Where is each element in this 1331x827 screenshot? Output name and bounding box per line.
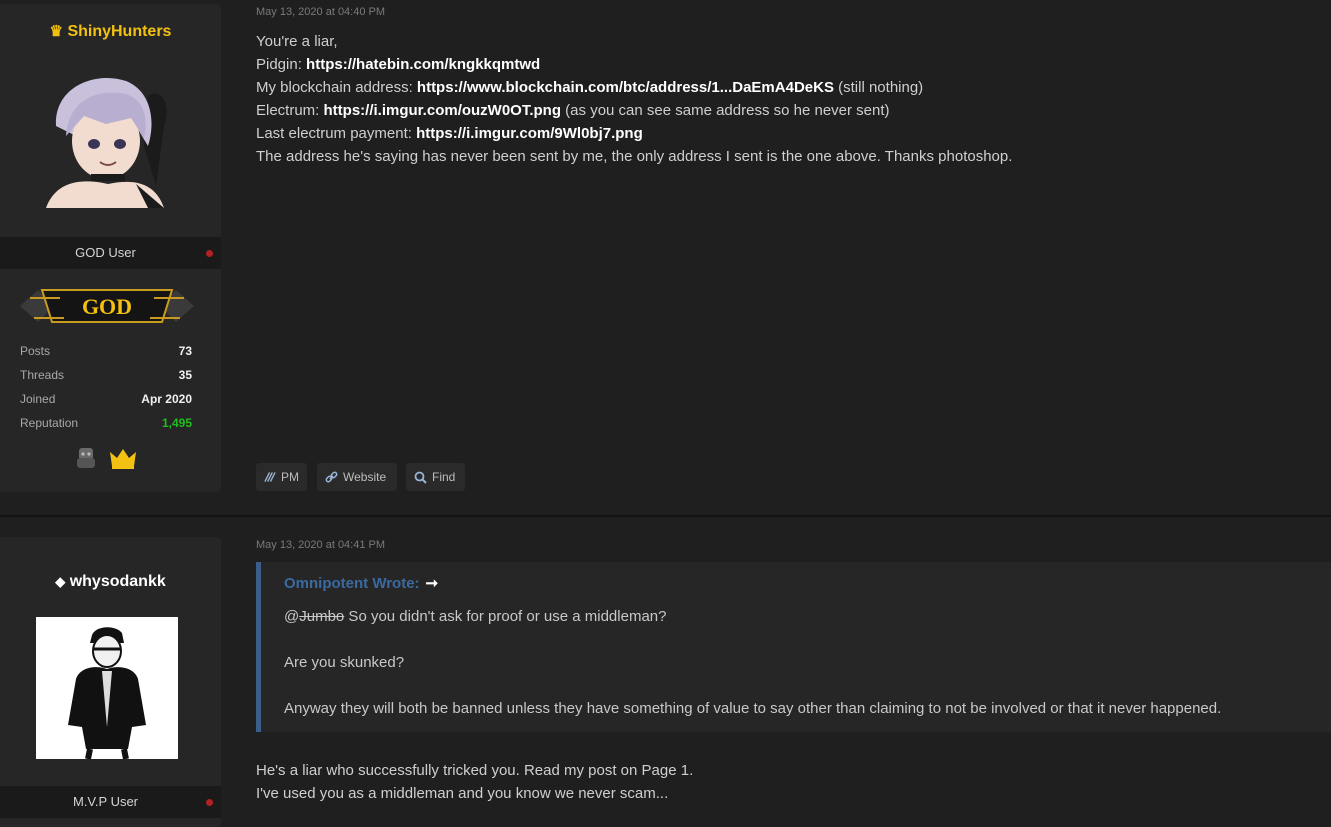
rank-title: GOD User bbox=[75, 245, 136, 260]
crown-icon: ♛ bbox=[49, 23, 63, 40]
arrow-right-icon[interactable]: ➞ bbox=[426, 575, 439, 592]
stat-posts: Posts 73 bbox=[20, 344, 192, 358]
user-panel: ♛ ShinyHunters GOD User GOD Posts 73 Thr… bbox=[0, 4, 221, 492]
stat-joined: Joined Apr 2020 bbox=[20, 392, 192, 406]
post-body: He's a liar who successfully tricked you… bbox=[256, 762, 694, 802]
username-link[interactable]: ◆ whysodankk bbox=[0, 573, 221, 591]
pm-icon bbox=[264, 472, 276, 482]
electrum-link[interactable]: https://i.imgur.com/ouzW0OT.png bbox=[324, 102, 562, 119]
user-stats: Posts 73 Threads 35 Joined Apr 2020 Repu… bbox=[20, 342, 192, 438]
quote-block: Omnipotent Wrote: ➞ @Jumbo So you didn't … bbox=[256, 562, 1331, 732]
find-button[interactable]: Find bbox=[406, 463, 465, 491]
rank-bar: GOD User bbox=[0, 237, 221, 269]
post-date: May 13, 2020 at 04:41 PM bbox=[256, 539, 386, 551]
rank-bar: M.V.P User bbox=[0, 786, 221, 818]
stat-threads: Threads 35 bbox=[20, 368, 192, 382]
user-avatar[interactable] bbox=[36, 66, 178, 208]
offline-status-dot bbox=[206, 799, 213, 806]
user-avatar[interactable] bbox=[36, 617, 178, 759]
post-2: ◆ whysodankk M.V.P User May 13, 2020 at … bbox=[0, 517, 1331, 827]
search-icon bbox=[414, 471, 427, 484]
username-link[interactable]: ♛ ShinyHunters bbox=[0, 22, 221, 41]
post-body: You're a liar, Pidgin: https://hatebin.c… bbox=[256, 33, 1013, 165]
quote-line: Anyway they will both be banned unless t… bbox=[284, 700, 1222, 717]
quote-line: @Jumbo So you didn't ask for proof or us… bbox=[284, 608, 667, 625]
rank-title: M.V.P User bbox=[72, 794, 139, 809]
badge-text: GOD bbox=[82, 294, 132, 319]
electrum-payment-link[interactable]: https://i.imgur.com/9Wl0bj7.png bbox=[416, 125, 643, 142]
website-button[interactable]: Website bbox=[317, 463, 397, 491]
pm-button[interactable]: PM bbox=[256, 463, 307, 491]
pidgin-link[interactable]: https://hatebin.com/kngkkqmtwd bbox=[306, 56, 540, 73]
mention-link[interactable]: Jumbo bbox=[299, 608, 344, 625]
god-rank-badge: GOD bbox=[20, 289, 194, 323]
post-1: ♛ ShinyHunters GOD User GOD Posts 73 Thr… bbox=[0, 0, 1331, 516]
diamond-icon: ◆ bbox=[55, 574, 66, 589]
robot-award-icon[interactable] bbox=[77, 448, 95, 468]
user-panel: ◆ whysodankk M.V.P User bbox=[0, 537, 221, 827]
link-icon bbox=[325, 471, 338, 482]
quote-line: Are you skunked? bbox=[284, 654, 405, 671]
user-awards bbox=[77, 448, 136, 469]
quote-header[interactable]: Omnipotent Wrote: ➞ bbox=[284, 574, 438, 592]
post-date: May 13, 2020 at 04:40 PM bbox=[256, 6, 386, 18]
stat-reputation[interactable]: Reputation 1,495 bbox=[20, 414, 192, 438]
blockchain-link[interactable]: https://www.blockchain.com/btc/address/1… bbox=[417, 79, 834, 96]
offline-status-dot bbox=[206, 250, 213, 257]
crown-award-icon[interactable] bbox=[110, 449, 136, 469]
